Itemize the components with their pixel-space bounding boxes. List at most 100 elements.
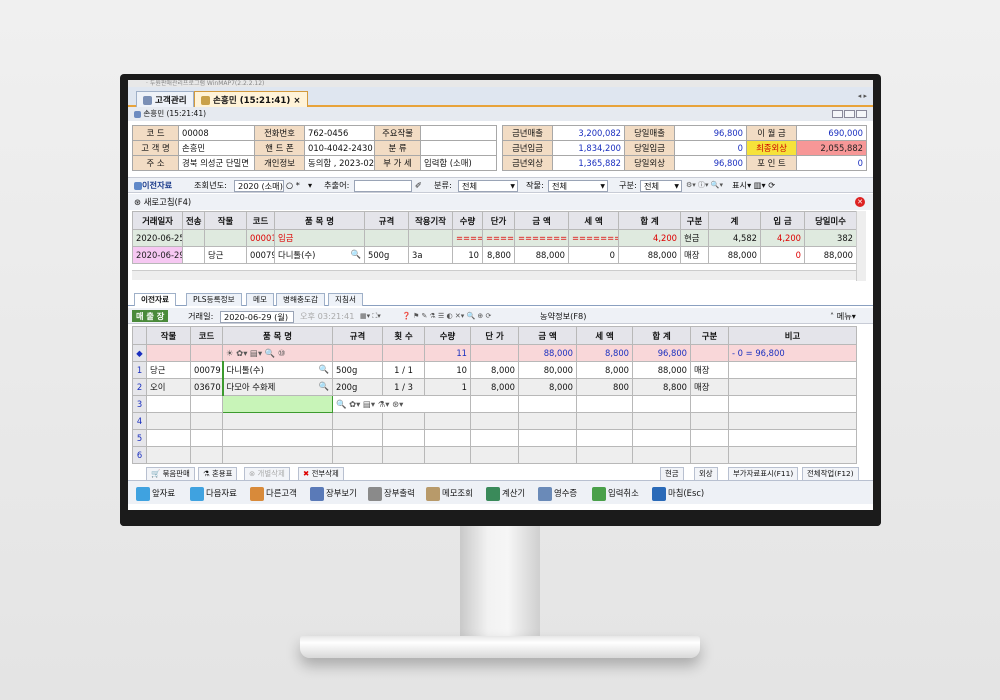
receipt-button[interactable]: 영수증 [536,482,579,502]
entry-header: 작물 코드 품 목 명 규격 횟 수 수량 단 가금 액세 액합 계 구분 비고 [132,326,857,345]
table-row[interactable]: 2020-06-2500001입금=======================… [132,229,857,247]
tab-memo[interactable]: 메모 [246,293,274,306]
table-row[interactable]: 6 [132,446,857,464]
extra-info-tab[interactable]: 부가자료표시(F11) [728,467,799,481]
finish-button[interactable]: 마침(Esc) [650,482,706,502]
bundle-sale-tab[interactable]: 🛒 묶음판매 [146,467,195,481]
info-panel: 코 드 00008 전화번호 762-0456 주요작물 고 객 명 손흥민 핸 드 폰 01… [132,125,867,172]
calculator-button[interactable]: 계산기 [484,482,527,502]
menu-button[interactable]: ˄ 메뉴▾ [830,308,856,324]
subwindow-titlebar: 손흥민 (15:21:41) [128,107,873,121]
restore-button[interactable] [844,110,855,118]
tab-manual[interactable]: 지침서 [328,293,363,306]
table-row[interactable]: 5 [132,429,857,447]
ledger-view-button[interactable]: 장부보기 [308,482,359,502]
filter-tool-icons[interactable]: ⚙▾ ⓘ▾ 🔍▾ [686,178,723,193]
filter-bar: 이전자료 조회년도: 2020 (소매) ○ * ▾ 추출어: ✐ 분류: 전체… [128,177,873,193]
crop-select[interactable]: 전체 ▼ [548,179,608,192]
search-icon [134,181,142,190]
horizontal-scrollbar[interactable] [132,270,856,280]
users-icon [250,486,264,501]
customer-code: 00008 [178,125,255,141]
cash-tab[interactable]: 현금 [660,467,684,481]
mix-table-tab[interactable]: ⚗ 혼용표 [198,467,238,481]
pesticide-info-button[interactable]: 농약정보(F8) [540,308,586,324]
customer-vat: 입력함 (소매) [420,155,497,171]
customer-mobile: 010-4042-2430 [304,140,375,156]
vertical-scrollbar[interactable] [856,211,866,281]
tab-customer-session[interactable]: 손흥민 (15:21:41) × [194,91,308,107]
table-row[interactable]: 2 오이 03670 다모아 수화제 🔍 200g 1 / 3 1 8,000 8,000 800 8… [132,378,857,396]
current-row-marker: ◆ [132,344,147,362]
all-tasks-tab[interactable]: 전체작업(F12) [802,467,859,481]
history-table: 거래일자 전송 작물 코드 품 목 명 규격 작용기작 수량 단가 금 액세 액합 계 구분 계 입 금… [132,211,857,264]
monitor-stand-base [300,636,700,658]
search-icon[interactable]: 🔍 [319,364,329,375]
class-select[interactable]: 전체 ▼ [458,179,518,192]
sales-entry-bar: 매 출 장 거래일: 2020-06-29 (월) 오후 03:21:41 ▦▾… [128,308,873,324]
ledger-print-button[interactable]: 장부출력 [366,482,417,502]
time-display: 오후 03:21:41 [300,311,355,321]
delete-one-tab[interactable]: ⊗ 개별삭제 [244,467,290,481]
table-row[interactable]: 4 [132,412,857,430]
chevron-down-icon[interactable]: ▾ [308,178,312,193]
undo-icon [592,486,606,501]
tab-customer-management[interactable]: 고객관리 [136,91,194,107]
display-menu[interactable]: 표시▾ ▥▾ ⟳ [732,178,775,193]
refresh-icon: ⊛ [134,197,142,207]
product-name-input[interactable] [222,395,333,413]
cancel-input-button[interactable]: 입력취소 [590,482,641,502]
table-row[interactable]: 2020-06-29 당근 00079 다니톨(수) 🔍 500g 3a 10 8,800 88,… [132,246,857,264]
person-icon [201,96,210,105]
next-button[interactable]: 다음자료 [188,482,239,502]
prev-button[interactable]: 앞자료 [134,482,177,502]
input-tool-icons[interactable]: 🔍 ✿▾ ▤▾ ⚗▾ ⊛▾ [332,395,471,413]
tab-pls-info[interactable]: PLS등록정보 [186,293,242,306]
minimize-button[interactable] [832,110,843,118]
extract-input[interactable] [354,179,412,192]
date-tool-icons[interactable]: ▦▾ ⛶▾ [360,308,381,324]
other-customer-button[interactable]: 다른고객 [248,482,299,502]
division-select[interactable]: 전체 ▼ [640,179,682,192]
credit-tab[interactable]: 외상 [694,467,718,481]
customer-name: 손흥민 [178,140,255,156]
table-row[interactable]: 3 🔍 ✿▾ ▤▾ ⚗▾ ⊛▾ [132,395,857,413]
person-icon [134,110,141,118]
search-icon[interactable]: 🔍 [319,381,329,392]
customer-phone: 762-0456 [304,125,375,141]
customer-main-crop [420,125,497,141]
receipt-icon [538,486,552,501]
history-header: 거래일자 전송 작물 코드 품 목 명 규격 작용기작 수량 단가 금 액세 액합 계 구분 계 입 금… [132,211,857,230]
close-icon[interactable]: ✕ [855,197,865,207]
monitor-chin [120,510,881,526]
radio-option[interactable]: ○ * [286,178,300,193]
memo-view-button[interactable]: 메모조회 [424,482,475,502]
prev-data-button[interactable]: 이전자료 [134,178,172,193]
date-select[interactable]: 2020-06-29 (월) [220,310,294,323]
close-icon[interactable]: × [293,96,300,106]
customer-category [420,140,497,156]
year-select[interactable]: 2020 (소매) [234,179,284,192]
monitor-stand-neck [460,526,540,644]
tab-prev-data[interactable]: 이전자료 [134,293,176,306]
clear-icon[interactable]: ✐ [415,178,422,193]
arrow-left-icon [136,486,150,501]
close-button[interactable] [856,110,867,118]
customer-address: 경북 의성군 단밀면 [178,155,255,171]
entry-tool-icons[interactable]: ❓ ⚑ ✎ ⚗ ☰ ◐ ✕▾ 🔍 ⊕ ⟳ [402,308,491,324]
row-tool-icons[interactable]: ☀ ✿▾ ▤▾ 🔍 ⑩ [222,344,333,362]
document-tabbar: 고객관리 손흥민 (15:21:41) × ◂ ▸ [128,87,873,107]
refresh-button[interactable]: ⊛ 새로고침(F4) ✕ [128,194,873,210]
delete-all-tab[interactable]: ✖ 전부삭제 [298,467,344,481]
table-row[interactable]: 1 당근 00079 다니톨(수) 🔍 500g 1 / 1 10 8,000 80,000 8,0… [132,361,857,379]
sales-summary-table: 금년매출 3,200,082 당일매출 96,800 이 월 금 690,000 금년입금… [502,125,867,171]
tab-scroll-arrows[interactable]: ◂ ▸ [858,92,867,100]
bottom-tabs: 🛒 묶음판매 ⚗ 혼용표 ⊗ 개별삭제 ✖ 전부삭제 현금 외상 부가자료표시(… [128,467,873,481]
search-icon[interactable]: 🔍 [351,249,361,260]
window-title: · 두원판매관리프로그램 WinMAP7(2.2.2.12) [128,80,873,87]
calculator-icon [486,486,500,501]
detail-tabs: 이전자료 PLS등록정보 메모 병해충도감 지침서 [128,292,873,306]
arrow-right-icon [190,486,204,501]
sales-ledger-tag: 매 출 장 [132,310,169,322]
tab-pest-guide[interactable]: 병해충도감 [276,293,325,306]
